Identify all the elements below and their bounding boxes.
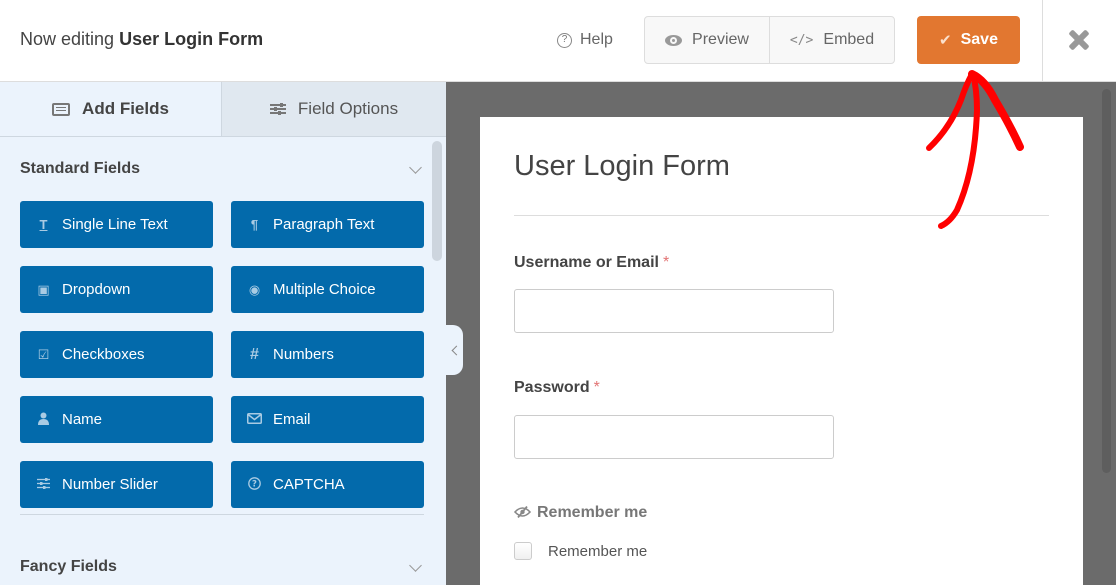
form-card: User Login Form Username or Email * Passw… — [480, 117, 1083, 585]
fields-sidebar: Add Fields Field Options Standard Fields… — [0, 82, 446, 585]
field-label: Number Slider — [62, 476, 158, 493]
password-label: Password * — [514, 379, 600, 397]
field-dropdown[interactable]: ▣ Dropdown — [20, 266, 213, 313]
envelope-icon — [247, 412, 262, 427]
sliders-icon — [269, 102, 286, 115]
svg-text:?: ? — [252, 479, 257, 489]
preview-label: Preview — [692, 31, 749, 48]
help-button[interactable]: ? Help — [557, 31, 613, 49]
form-title-divider — [514, 215, 1049, 216]
editing-title: Now editing User Login Form — [20, 29, 263, 50]
chevron-down-icon — [409, 160, 422, 174]
required-asterisk: * — [662, 254, 670, 271]
question-circle-icon: ? — [247, 476, 262, 493]
pilcrow-icon: ¶ — [250, 217, 259, 232]
section-title: Standard Fields — [20, 160, 141, 177]
preview-embed-group: Preview </> Embed — [644, 16, 895, 64]
eye-slash-icon — [513, 505, 532, 521]
field-paragraph-text[interactable]: ¶ Paragraph Text — [231, 201, 424, 248]
tab-add-fields[interactable]: Add Fields — [0, 82, 222, 136]
form-title: User Login Form — [514, 150, 730, 182]
header-divider — [1042, 0, 1043, 82]
field-label: CAPTCHA — [273, 476, 345, 493]
close-icon[interactable] — [1066, 26, 1092, 54]
section-standard-fields[interactable]: Standard Fields — [20, 157, 424, 181]
field-single-line-text[interactable]: T Single Line Text — [20, 201, 213, 248]
canvas-scrollbar[interactable] — [1102, 89, 1111, 473]
eye-icon — [665, 34, 683, 46]
text-cursor-icon: T — [39, 217, 48, 232]
title-prefix: Now editing — [20, 29, 115, 49]
section-divider — [20, 514, 424, 515]
sliders-icon — [36, 477, 51, 492]
user-icon — [36, 412, 51, 428]
field-label: Dropdown — [62, 281, 131, 298]
checkbox-label: Remember me — [548, 542, 648, 560]
required-asterisk: * — [593, 379, 600, 396]
sidebar-tabs: Add Fields Field Options — [0, 82, 446, 137]
hidden-label-text: Remember me — [537, 504, 648, 521]
field-multiple-choice[interactable]: ◉ Multiple Choice — [231, 266, 424, 313]
field-name[interactable]: Name — [20, 396, 213, 443]
embed-button[interactable]: </> Embed — [769, 17, 894, 63]
dropdown-icon: ▣ — [37, 281, 50, 297]
remember-me-checkbox-row[interactable]: Remember me — [514, 542, 647, 560]
chevron-down-icon — [409, 558, 422, 572]
list-icon — [52, 102, 71, 116]
field-label: Numbers — [273, 346, 334, 363]
save-label: Save — [960, 31, 998, 48]
standard-fields-grid: T Single Line Text ¶ Paragraph Text ▣ Dr… — [20, 201, 424, 508]
field-label: Single Line Text — [62, 216, 168, 233]
field-label: Name — [62, 411, 103, 428]
section-title: Fancy Fields — [20, 558, 117, 575]
hash-icon: # — [250, 345, 259, 363]
field-captcha[interactable]: ? CAPTCHA — [231, 461, 424, 508]
field-label-text: Password — [514, 379, 590, 396]
tab-field-options[interactable]: Field Options — [222, 82, 446, 136]
remember-me-hidden-label: Remember me — [513, 504, 648, 522]
embed-label: Embed — [823, 31, 875, 48]
form-name: User Login Form — [119, 29, 264, 49]
code-icon: </> — [789, 32, 814, 48]
password-input[interactable] — [514, 415, 834, 459]
radio-icon: ◉ — [248, 281, 261, 297]
preview-button[interactable]: Preview — [645, 17, 769, 63]
section-fancy-fields[interactable]: Fancy Fields — [20, 555, 424, 579]
field-label: Paragraph Text — [273, 216, 375, 233]
sidebar-scrollbar[interactable] — [432, 141, 442, 261]
save-button[interactable]: ✔ Save — [917, 16, 1020, 64]
username-input[interactable] — [514, 289, 834, 333]
remember-me-checkbox[interactable] — [514, 542, 532, 560]
field-number-slider[interactable]: Number Slider — [20, 461, 213, 508]
question-circle-icon: ? — [557, 32, 572, 48]
field-label: Multiple Choice — [273, 281, 376, 298]
field-label: Checkboxes — [62, 346, 145, 363]
username-label: Username or Email * — [514, 254, 669, 272]
field-label: Email — [273, 411, 311, 428]
chevron-left-icon — [451, 345, 461, 355]
tab-label: Field Options — [297, 99, 399, 118]
tab-label: Add Fields — [82, 99, 169, 118]
field-email[interactable]: Email — [231, 396, 424, 443]
checkmark-icon: ✔ — [939, 32, 952, 49]
top-bar: Now editing User Login Form ? Help Previ… — [0, 0, 1116, 82]
checkbox-icon: ☑ — [37, 346, 50, 362]
help-label: Help — [580, 31, 613, 48]
field-checkboxes[interactable]: ☑ Checkboxes — [20, 331, 213, 378]
collapse-sidebar-button[interactable] — [446, 325, 463, 375]
field-numbers[interactable]: # Numbers — [231, 331, 424, 378]
field-label-text: Username or Email — [514, 254, 659, 271]
